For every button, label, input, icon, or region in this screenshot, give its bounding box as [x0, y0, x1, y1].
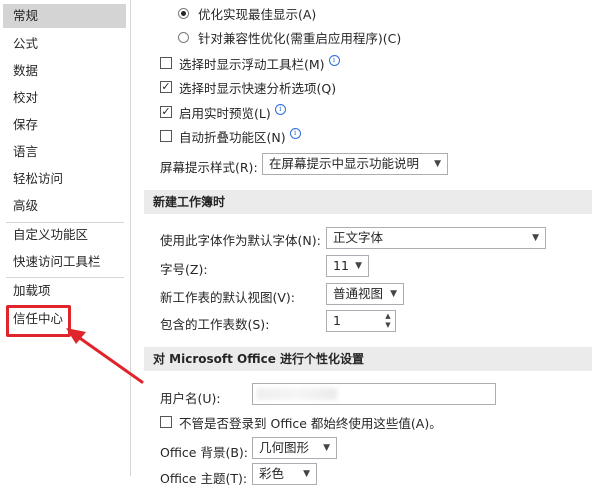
office-background-value: 几何图形 — [259, 440, 310, 455]
font-size-select[interactable]: 11 ▼ — [326, 255, 369, 277]
office-theme-label: Office 主题(T): — [160, 471, 248, 486]
sidebar-item-save[interactable]: 保存 — [3, 113, 126, 137]
checkbox-collapse-ribbon[interactable] — [160, 130, 172, 142]
username-field[interactable] — [252, 383, 496, 405]
sidebar-item-add-ins[interactable]: 加载项 — [3, 279, 126, 303]
checkbox-live-preview[interactable]: ✓ — [160, 106, 172, 118]
checkbox-always-use[interactable] — [160, 416, 172, 428]
float-toolbar-label: 选择时显示浮动工具栏(M) — [179, 57, 325, 72]
section-new-workbook: 新建工作簿时 — [144, 190, 592, 214]
font-size-label: 字号(Z): — [160, 262, 208, 277]
info-icon[interactable]: i — [289, 128, 301, 139]
always-use-label: 不管是否登录到 Office 都始终使用这些值(A)。 — [179, 416, 442, 431]
font-size-value: 11 — [333, 258, 349, 273]
section-personalize: 对 Microsoft Office 进行个性化设置 — [144, 347, 592, 371]
chevron-down-icon: ▼ — [390, 289, 397, 299]
radio-compatibility-label: 针对兼容性优化(需重启应用程序)(C) — [198, 31, 402, 46]
chevron-down-icon: ▼ — [532, 233, 539, 243]
chevron-down-icon: ▼ — [355, 261, 362, 271]
default-font-label: 使用此字体作为默认字体(N): — [160, 233, 321, 248]
radio-best-display-label: 优化实现最佳显示(A) — [198, 7, 317, 22]
radio-best-display[interactable] — [178, 8, 189, 19]
sidebar-item-general[interactable]: 常规 — [3, 4, 126, 28]
chevron-down-icon: ▼ — [323, 443, 330, 453]
float-toolbar-row: 选择时显示浮动工具栏(M) i — [179, 54, 340, 73]
radio-compatibility[interactable] — [178, 32, 189, 43]
default-view-select[interactable]: 普通视图 ▼ — [326, 283, 404, 305]
default-font-select[interactable]: 正文字体 ▼ — [326, 227, 546, 249]
screentip-select[interactable]: 在屏幕提示中显示功能说明 ▼ — [262, 153, 448, 175]
sidebar-divider — [6, 277, 124, 278]
default-font-value: 正文字体 — [333, 230, 384, 245]
sheet-count-label: 包含的工作表数(S): — [160, 317, 270, 332]
username-redacted — [257, 388, 337, 400]
sidebar-item-formulas[interactable]: 公式 — [3, 32, 126, 56]
office-background-select[interactable]: 几何图形 ▼ — [252, 437, 337, 459]
sidebar-item-customize-ribbon[interactable]: 自定义功能区 — [3, 223, 126, 247]
chevron-down-icon: ▼ — [434, 159, 441, 169]
spin-down-icon[interactable]: ▼ — [385, 321, 390, 329]
sidebar-item-advanced[interactable]: 高级 — [3, 194, 126, 218]
default-view-label: 新工作表的默认视图(V): — [160, 290, 296, 305]
general-options-panel: 优化实现最佳显示(A) 针对兼容性优化(需重启应用程序)(C) 选择时显示浮动工… — [132, 0, 592, 486]
spin-buttons[interactable]: ▲ ▼ — [383, 312, 393, 330]
office-theme-select[interactable]: 彩色 ▼ — [252, 463, 317, 485]
collapse-ribbon-row: 自动折叠功能区(N) i — [179, 127, 301, 146]
sidebar-item-quick-access-toolbar[interactable]: 快速访问工具栏 — [3, 250, 126, 274]
office-background-label: Office 背景(B): — [160, 445, 249, 460]
sidebar-item-language[interactable]: 语言 — [3, 140, 126, 164]
checkbox-quick-analysis[interactable]: ✓ — [160, 81, 172, 93]
sidebar-item-data[interactable]: 数据 — [3, 59, 126, 83]
info-icon[interactable]: i — [274, 104, 286, 115]
collapse-ribbon-label: 自动折叠功能区(N) — [179, 130, 286, 145]
options-sidebar: 常规 公式 数据 校对 保存 语言 轻松访问 高级 自定义功能区 快速访问工具栏… — [0, 0, 131, 476]
live-preview-row: 启用实时预览(L) i — [179, 103, 286, 122]
username-label: 用户名(U): — [160, 391, 221, 406]
sheet-count-stepper[interactable]: 1 ▲ ▼ — [326, 310, 396, 332]
office-theme-value: 彩色 — [259, 466, 285, 481]
spin-up-icon[interactable]: ▲ — [385, 312, 390, 320]
screentip-value: 在屏幕提示中显示功能说明 — [269, 156, 420, 171]
sidebar-item-accessibility[interactable]: 轻松访问 — [3, 167, 126, 191]
live-preview-label: 启用实时预览(L) — [179, 106, 271, 121]
info-icon[interactable]: i — [328, 55, 340, 66]
checkbox-float-toolbar[interactable] — [160, 57, 172, 69]
sidebar-item-proofing[interactable]: 校对 — [3, 86, 126, 110]
screentip-label: 屏幕提示样式(R): — [160, 160, 258, 175]
quick-analysis-label: 选择时显示快速分析选项(Q) — [179, 81, 337, 96]
sheet-count-value: 1 — [333, 313, 341, 328]
chevron-down-icon: ▼ — [303, 469, 310, 479]
default-view-value: 普通视图 — [333, 286, 384, 301]
